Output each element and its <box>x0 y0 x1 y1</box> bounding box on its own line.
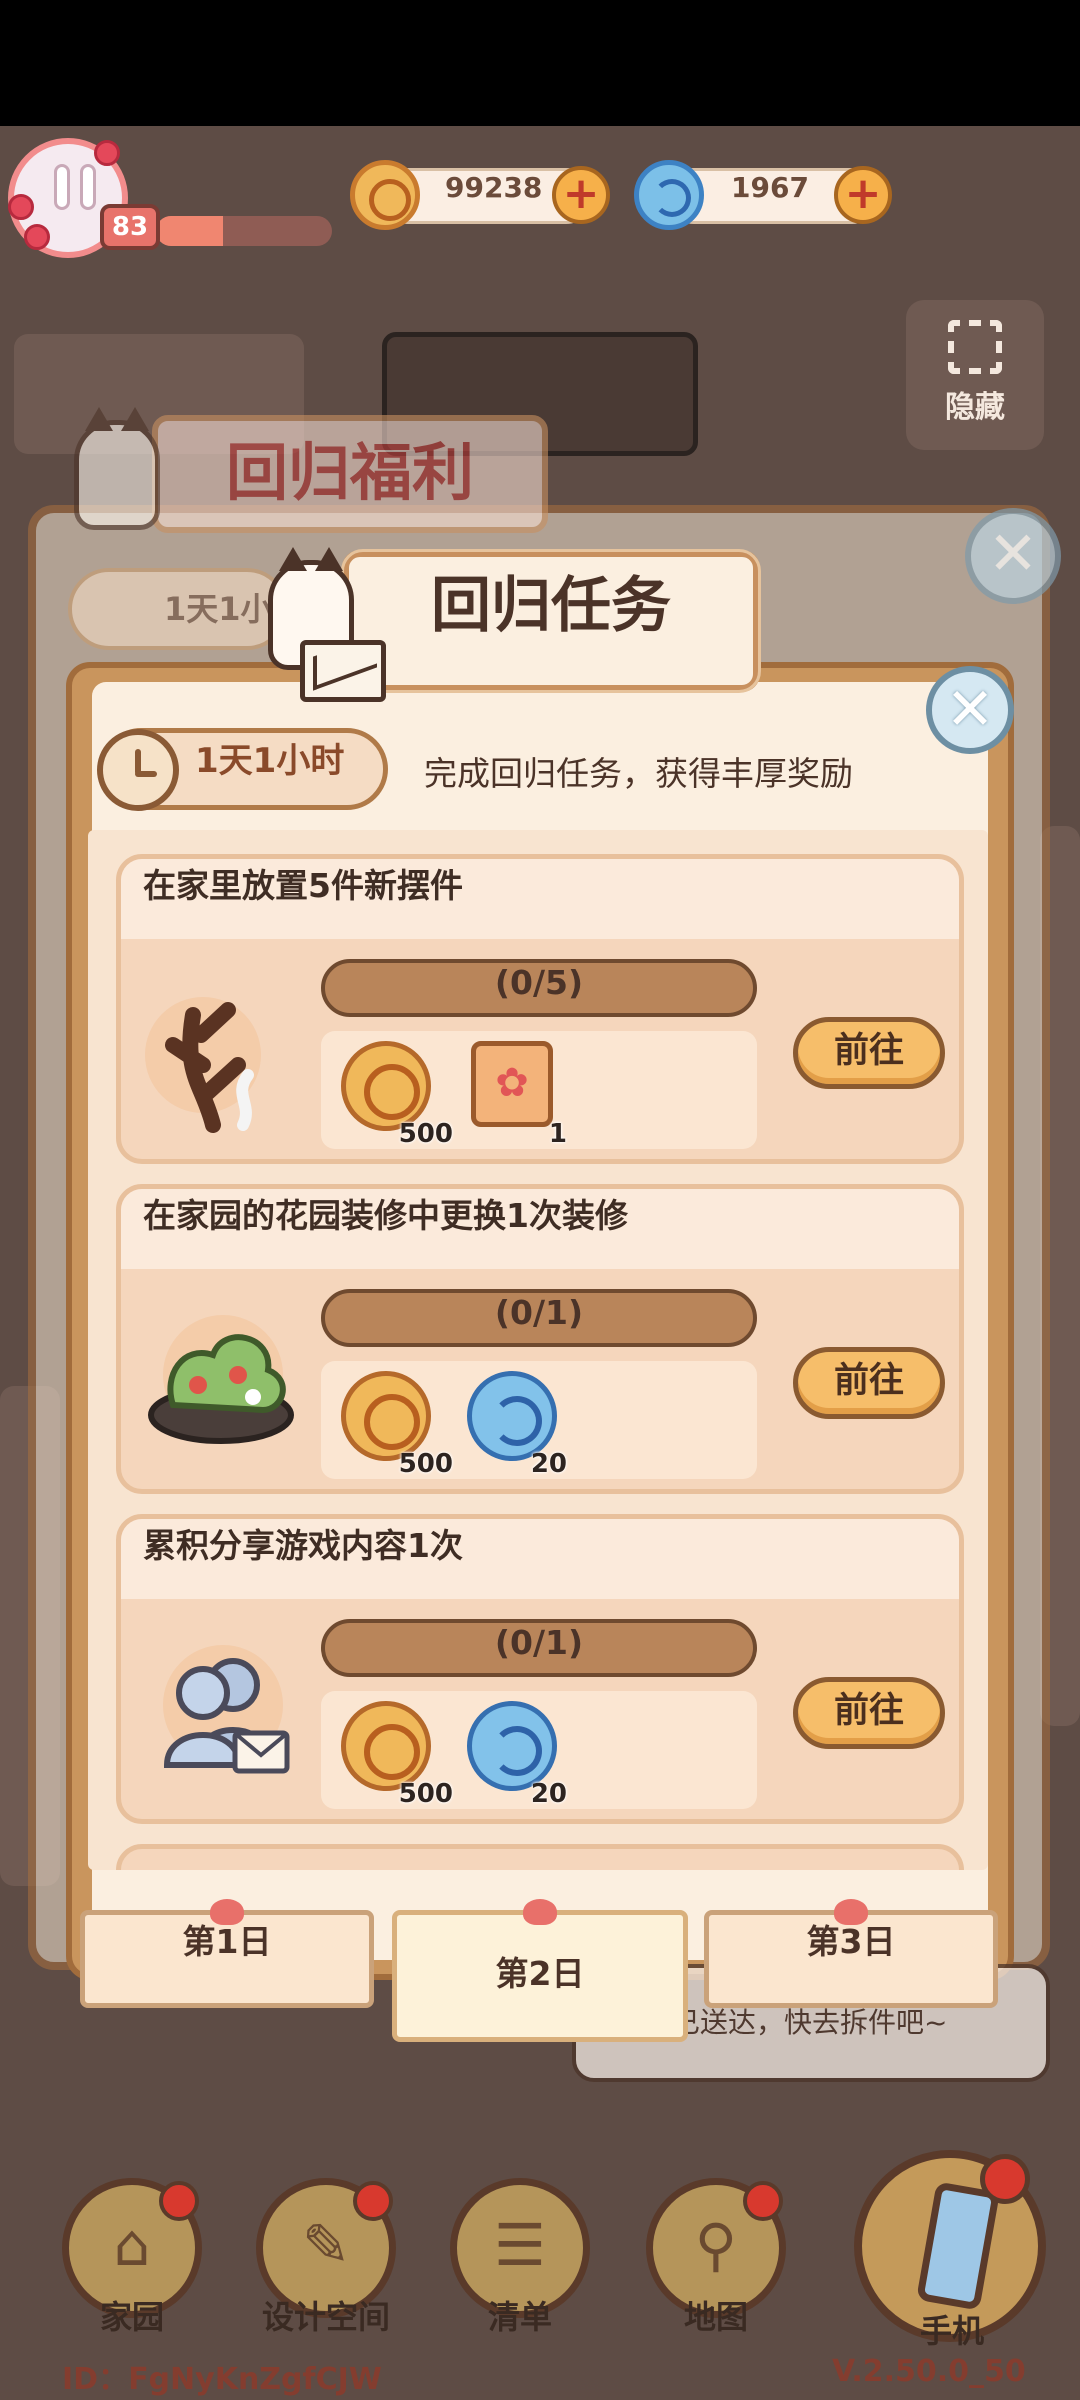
task-progress-bar: (0/5) <box>321 959 757 1017</box>
countdown-text: 1天1小时 <box>195 741 345 781</box>
notification-dot <box>980 2154 1030 2204</box>
add-gems-button[interactable]: + <box>834 166 892 224</box>
gem-icon <box>634 160 704 230</box>
nav-list-label: 清单 <box>487 2298 552 2336</box>
xp-bar <box>156 216 332 246</box>
welfare-close-button[interactable]: ✕ <box>965 508 1061 604</box>
task-card: 在家园的花园装修中更换1次装修 (0/1) 500 20 前往 <box>116 1184 964 1494</box>
reward-row: 500 20 <box>321 1361 757 1479</box>
coin-count: 99238 <box>445 171 543 204</box>
progress-text: (0/1) <box>494 1623 584 1662</box>
reward-quantity: 500 <box>398 1119 453 1149</box>
nav-phone-label: 手机 <box>919 2312 984 2350</box>
map-pin-icon: ⚲ <box>694 2211 738 2279</box>
task-progress-bar: (0/1) <box>321 1289 757 1347</box>
paw-ticket-icon <box>471 1041 553 1127</box>
reward-gem[interactable]: 20 <box>467 1371 567 1479</box>
house-icon: ⌂ <box>113 2211 151 2279</box>
coin-icon <box>350 160 420 230</box>
gem-count: 1967 <box>731 171 809 204</box>
task-progress-bar: (0/1) <box>321 1619 757 1677</box>
go-button[interactable]: 前往 <box>793 1017 945 1089</box>
task-card-partial <box>116 1844 964 1870</box>
reward-row: 500 1 <box>321 1031 757 1149</box>
coin-icon <box>341 1701 431 1791</box>
welfare-panel-title: 回归福利 <box>152 415 548 533</box>
tab-label: 第2日 <box>495 1954 585 1993</box>
progress-text: (0/1) <box>494 1293 584 1332</box>
version-label: V.2.50.0_50 <box>832 2354 1026 2389</box>
share-friends-icon <box>163 1645 290 1774</box>
reward-quantity: 1 <box>548 1119 567 1149</box>
welfare-timer: 1天1小 <box>68 568 288 650</box>
notification-dot <box>159 2181 199 2221</box>
rose-icon <box>8 194 34 220</box>
task-card: 在家里放置5件新摆件 (0/5) 500 1 前往 <box>116 854 964 1164</box>
level-badge: 83 <box>100 204 160 250</box>
reward-quantity: 500 <box>398 1449 453 1479</box>
hide-ui-button[interactable]: 隐藏 <box>906 300 1044 450</box>
tab-day-1[interactable]: 第1日 <box>80 1899 374 2008</box>
task-title: 在家园的花园装修中更换1次装修 <box>121 1189 959 1269</box>
go-button[interactable]: 前往 <box>793 1347 945 1419</box>
reward-quantity: 20 <box>530 1779 567 1809</box>
coin-icon <box>341 1371 431 1461</box>
tab-label: 第1日 <box>182 1922 272 1961</box>
reward-quantity: 20 <box>530 1449 567 1479</box>
checklist-icon: ☰ <box>494 2211 546 2279</box>
notification-dot <box>743 2181 783 2221</box>
nav-design-label: 设计空间 <box>261 2298 390 2336</box>
reward-gem[interactable]: 20 <box>467 1701 567 1809</box>
progress-text: (0/5) <box>494 963 584 1002</box>
paw-icon <box>523 1899 557 1925</box>
gem-icon <box>467 1371 557 1461</box>
notification-dot <box>353 2181 393 2221</box>
panel-title: 回归任务 <box>341 549 761 693</box>
phone-icon <box>916 2181 1000 2311</box>
bunny-ear-left <box>54 164 70 210</box>
tab-day-3[interactable]: 第3日 <box>704 1899 998 2008</box>
task-list[interactable]: 在家里放置5件新摆件 (0/5) 500 1 前往 在家园的花园装修中更换1次装… <box>88 830 988 1870</box>
paw-icon <box>834 1899 868 1925</box>
flower-bush-icon <box>148 1315 294 1444</box>
scan-frame-icon <box>948 320 1002 374</box>
reward-quantity: 500 <box>398 1779 453 1809</box>
panel-subtitle: 完成回归任务，获得丰厚奖励 <box>424 754 853 793</box>
task-title: 在家里放置5件新摆件 <box>121 859 959 939</box>
envelope-icon <box>300 640 386 702</box>
task-card: 累积分享游戏内容1次 (0/1) 500 20 前往 <box>116 1514 964 1824</box>
xp-bar-fill <box>156 216 223 246</box>
reward-row: 500 20 <box>321 1691 757 1809</box>
clock-icon <box>97 729 179 811</box>
tab-day-2[interactable]: 第2日 <box>392 1899 688 2042</box>
reward-coin[interactable]: 500 <box>341 1371 453 1479</box>
reward-coin[interactable]: 500 <box>341 1701 453 1809</box>
design-tools-icon: ✎ <box>301 2211 351 2279</box>
bunny-ear-right <box>80 164 96 210</box>
countdown-timer: 1天1小时 <box>97 728 388 811</box>
rose-icon <box>94 140 120 166</box>
gem-icon <box>467 1701 557 1791</box>
go-button[interactable]: 前往 <box>793 1677 945 1749</box>
task-title: 累积分享游戏内容1次 <box>121 1519 959 1599</box>
reward-coin[interactable]: 500 <box>341 1041 453 1149</box>
reward-ticket[interactable]: 1 <box>467 1041 567 1149</box>
coin-icon <box>341 1041 431 1131</box>
tab-label: 第3日 <box>806 1922 896 1961</box>
close-button[interactable]: ✕ <box>926 666 1014 754</box>
nav-map-label: 地图 <box>683 2298 748 2336</box>
add-coins-button[interactable]: + <box>552 166 610 224</box>
rose-icon <box>24 224 50 250</box>
paw-icon <box>210 1899 244 1925</box>
cat-mascot-icon <box>74 407 160 530</box>
hide-ui-label: 隐藏 <box>945 390 1005 425</box>
user-id: ID：FgNyKnZgfCJW <box>62 2362 382 2397</box>
branch-ornament-icon <box>145 997 261 1133</box>
nav-home-label: 家园 <box>99 2298 164 2336</box>
